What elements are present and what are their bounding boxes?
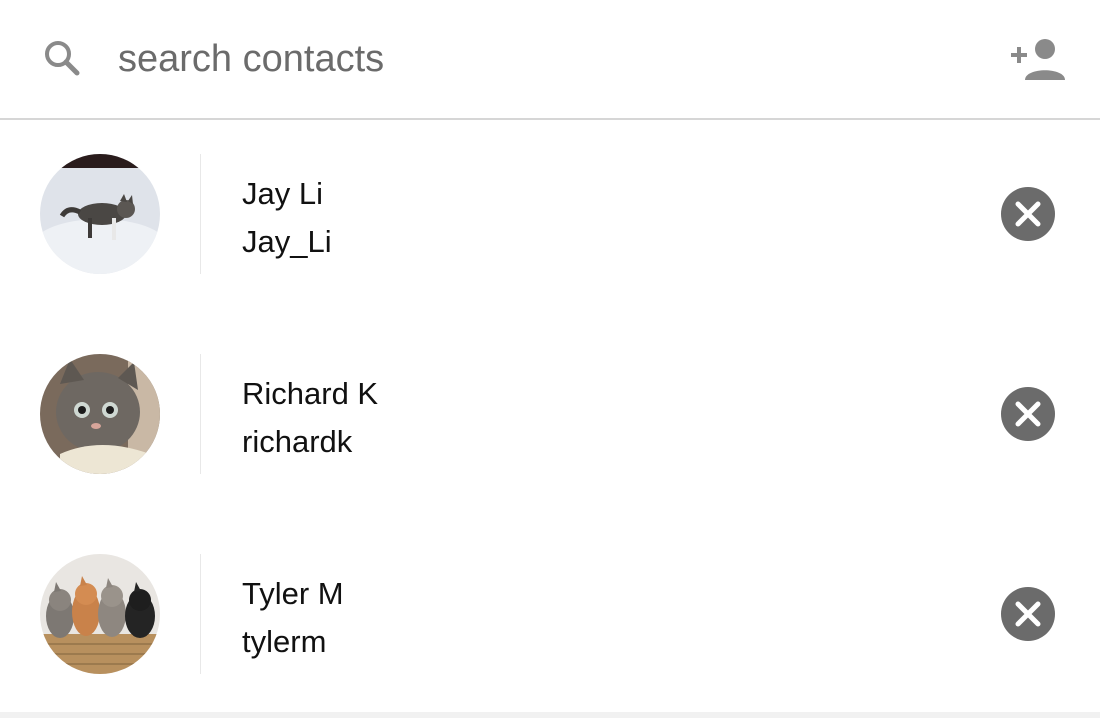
avatar [40,154,160,274]
row-divider [200,554,201,674]
kittens-in-basket-image [40,554,160,674]
remove-contact-icon[interactable] [1001,187,1055,241]
person-add-icon[interactable] [1008,36,1068,82]
avatar [40,354,160,474]
search-input[interactable] [118,30,938,88]
avatar [40,554,160,674]
row-divider [200,154,201,274]
contact-details: Jay Li Jay_Li [242,170,332,266]
search-bar [0,0,1100,120]
kitten-in-snow-image [40,154,160,274]
contact-list: Jay Li Jay_Li Richard K richardk Tyler M… [0,122,1100,718]
row-divider [200,354,201,474]
contact-name: Richard K [242,376,379,411]
list-item[interactable]: Tyler M tylerm [0,522,1100,718]
list-item[interactable]: Jay Li Jay_Li [0,122,1100,322]
bottom-border [0,712,1100,718]
contacts-app: Jay Li Jay_Li [0,0,1100,718]
remove-contact-icon[interactable] [1001,387,1055,441]
list-item[interactable]: Richard K richardk [0,322,1100,522]
contact-name: Tyler M [242,576,344,611]
contact-name: Jay Li [242,176,323,211]
contact-username: tylerm [242,624,327,659]
contact-details: Richard K richardk [242,370,378,466]
search-icon [42,38,82,78]
contact-details: Tyler M tylerm [242,570,344,666]
contact-username: Jay_Li [242,224,332,259]
contact-username: richardk [242,424,353,459]
remove-contact-icon[interactable] [1001,587,1055,641]
gray-tabby-kitten-image [40,354,160,474]
